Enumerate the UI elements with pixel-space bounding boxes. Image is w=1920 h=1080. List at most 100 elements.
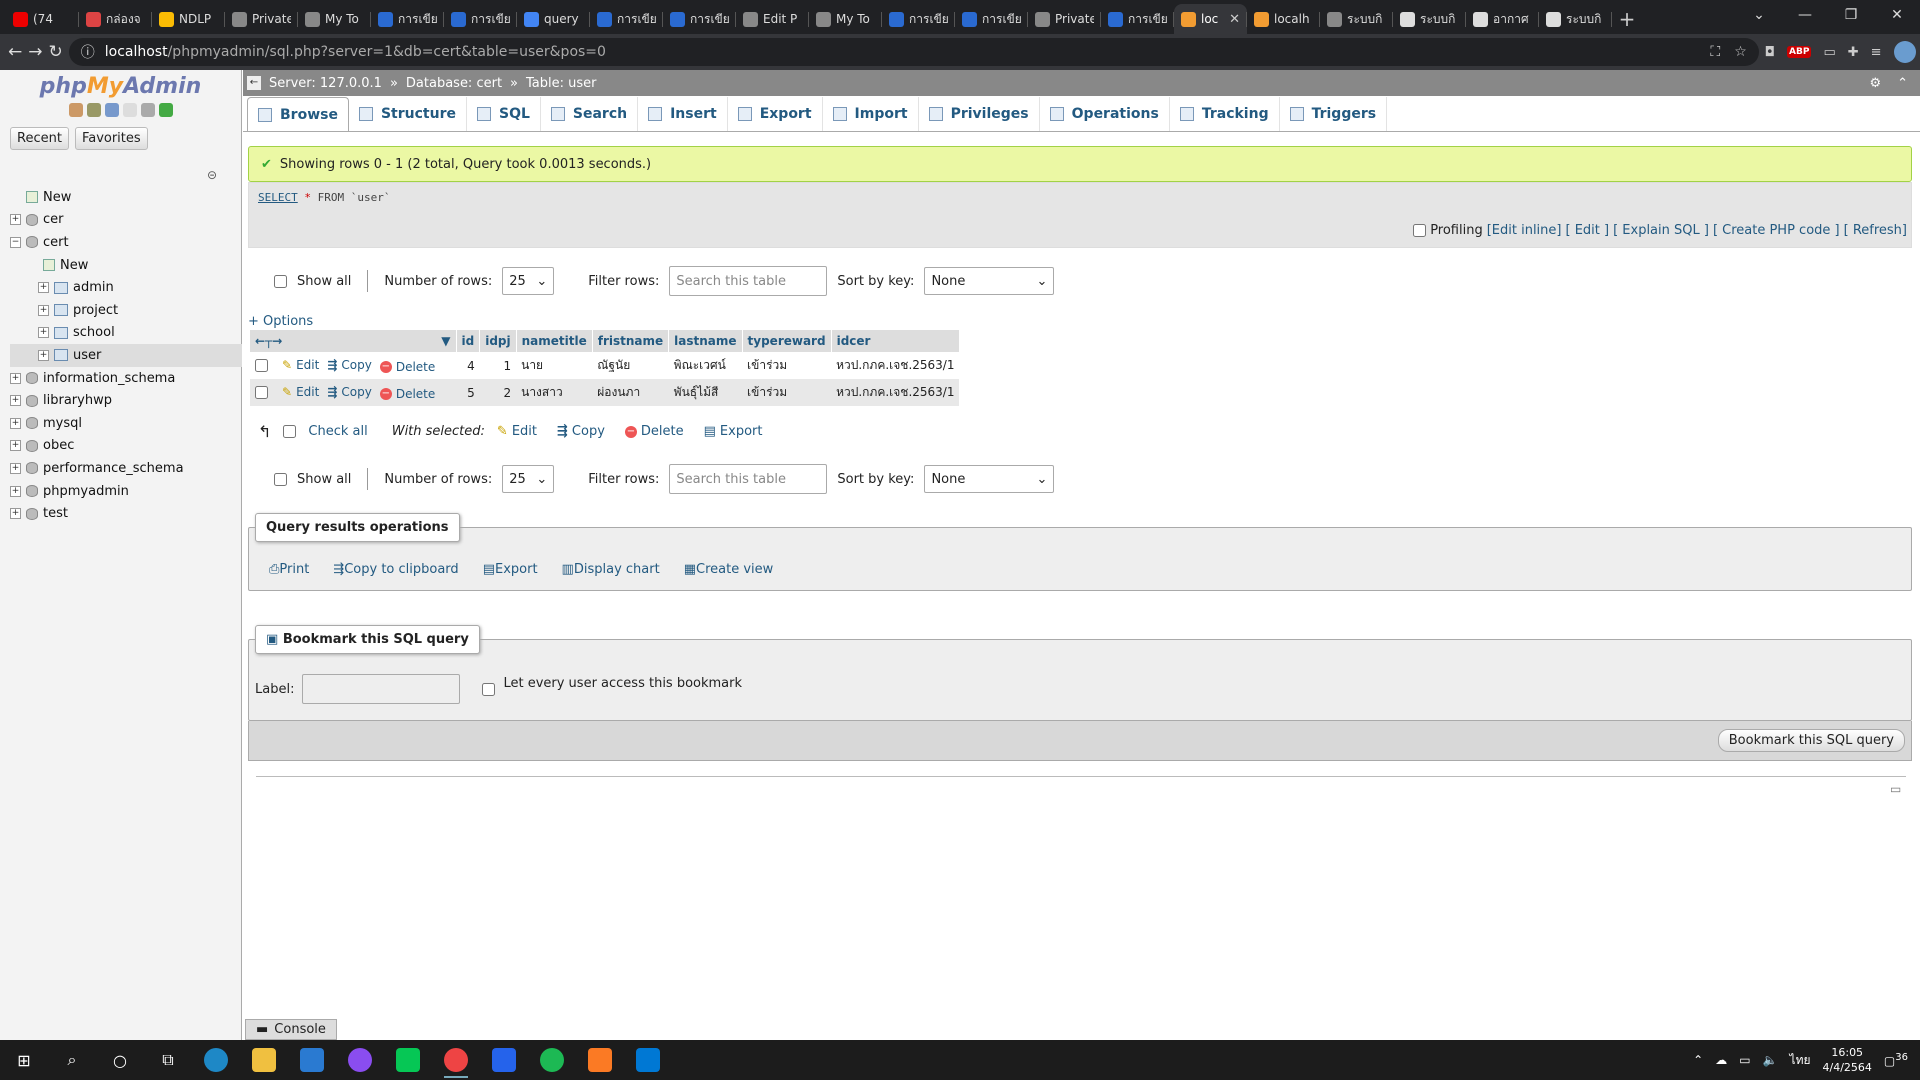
- tree-item-information-schema[interactable]: + information_schema: [10, 367, 242, 390]
- favorites-button[interactable]: Favorites: [74, 127, 148, 150]
- row-delete-button[interactable]: − Delete: [379, 360, 435, 374]
- tab-browse[interactable]: Browse: [247, 97, 349, 131]
- reload-nav-icon[interactable]: [158, 103, 173, 117]
- profile-avatar[interactable]: [1893, 41, 1916, 63]
- cell-idcer[interactable]: หวป.กภค.เจช.2563/1: [831, 379, 960, 406]
- breadcrumb-table[interactable]: Table: user: [526, 76, 596, 91]
- cell-idpj[interactable]: 2: [479, 379, 517, 406]
- column-controls-header[interactable]: ←┬→ ▼: [250, 330, 457, 352]
- row-edit-button[interactable]: ✎ Edit: [282, 358, 319, 372]
- bulk-export-button[interactable]: ▤ Export: [704, 424, 763, 439]
- show-all-checkbox[interactable]: [274, 274, 287, 288]
- browser-tab[interactable]: การเขีย: [1101, 4, 1174, 34]
- cell-nametitle[interactable]: นาย: [516, 352, 593, 379]
- browser-tab[interactable]: My To: [298, 4, 371, 34]
- tree-item-user[interactable]: + user: [10, 344, 242, 367]
- spotify-icon[interactable]: [528, 1040, 576, 1080]
- sql-query-text[interactable]: SELECT * FROM `user`: [258, 191, 391, 204]
- create-view-link[interactable]: ▦Create view: [684, 562, 774, 577]
- translate-icon[interactable]: ⛶: [1710, 44, 1720, 60]
- cell-typereward[interactable]: เข้าร่วม: [742, 352, 832, 379]
- expand-icon[interactable]: +: [10, 508, 21, 520]
- refresh-link[interactable]: [ Refresh]: [1844, 223, 1907, 238]
- browser-tab[interactable]: localh: [1247, 4, 1320, 34]
- restore-button[interactable]: ❐: [1828, 0, 1874, 30]
- profiling-checkbox[interactable]: [1413, 224, 1427, 237]
- phpmyadmin-logo[interactable]: phpMyAdmin: [0, 74, 241, 99]
- link-with-main-panel-icon[interactable]: ⊝: [207, 168, 217, 182]
- clock[interactable]: 16:05 4/4/2564: [1823, 1045, 1872, 1075]
- breadcrumb-database[interactable]: Database: cert: [406, 76, 502, 91]
- browser-tab[interactable]: การเขียน: [371, 4, 444, 34]
- tree-item-mysql[interactable]: + mysql: [10, 412, 242, 435]
- edit-link[interactable]: [ Edit ]: [1565, 223, 1609, 238]
- language-indicator[interactable]: ไทย: [1790, 1051, 1811, 1070]
- rows-select[interactable]: 25 ⌄: [502, 465, 555, 493]
- edge-icon[interactable]: [192, 1040, 240, 1080]
- browser-tab[interactable]: การเขีย: [590, 4, 663, 34]
- tree-item-New[interactable]: New: [10, 254, 242, 277]
- browser-tab[interactable]: My To: [809, 4, 882, 34]
- vscode-icon[interactable]: [624, 1040, 672, 1080]
- camera-extension-icon[interactable]: ◘: [1765, 45, 1775, 60]
- expand-icon[interactable]: +: [10, 372, 21, 384]
- row-copy-button[interactable]: ⇶ Copy: [327, 358, 372, 372]
- cell-fristname[interactable]: ณัฐนัย: [592, 352, 669, 379]
- browser-tab[interactable]: Private: [1028, 4, 1101, 34]
- expand-icon[interactable]: +: [10, 462, 21, 474]
- puzzle-icon[interactable]: ✚: [1848, 45, 1859, 60]
- volume-icon[interactable]: 🔈: [1763, 1053, 1778, 1067]
- cell-idpj[interactable]: 1: [479, 352, 517, 379]
- tree-item-New[interactable]: New: [10, 186, 242, 209]
- bookmark-sql-query-button[interactable]: Bookmark this SQL query: [1717, 729, 1905, 752]
- expand-icon[interactable]: +: [38, 304, 49, 316]
- expand-icon[interactable]: +: [38, 349, 49, 361]
- notification-icon[interactable]: ▢36: [1884, 1052, 1908, 1068]
- search-icon[interactable]: ⌕: [48, 1040, 96, 1080]
- sort-by-key-select[interactable]: None ⌄: [924, 465, 1055, 493]
- bookmark-star-icon[interactable]: ☆: [1734, 44, 1747, 60]
- expand-icon[interactable]: +: [38, 282, 49, 294]
- bookmark-label-input[interactable]: [302, 674, 461, 704]
- network-icon[interactable]: ▭: [1739, 1053, 1750, 1067]
- let-every-user-checkbox[interactable]: [482, 682, 496, 696]
- collapse-icon[interactable]: ⌃: [1897, 76, 1908, 91]
- column-header-id[interactable]: id: [456, 330, 481, 352]
- browser-tab[interactable]: การเขีย: [663, 4, 736, 34]
- cortana-icon[interactable]: ○: [96, 1040, 144, 1080]
- column-header-idcer[interactable]: idcer: [831, 330, 960, 352]
- explain-sql-link[interactable]: [ Explain SQL ]: [1613, 223, 1709, 238]
- filter-rows-input[interactable]: Search this table: [669, 464, 828, 494]
- cell-id[interactable]: 4: [456, 352, 480, 379]
- options-link[interactable]: + Options: [248, 314, 313, 329]
- browser-tab[interactable]: Edit P: [736, 4, 809, 34]
- row-copy-button[interactable]: ⇶ Copy: [327, 385, 372, 399]
- tab-operations[interactable]: Operations: [1040, 97, 1170, 131]
- start-icon[interactable]: ⊞: [0, 1040, 48, 1080]
- browser-tab[interactable]: ระบบกิ: [1539, 4, 1612, 34]
- copy-to-clipboard-link[interactable]: ⇶Copy to clipboard: [333, 562, 458, 577]
- cell-fristname[interactable]: ผ่องนภา: [592, 379, 669, 406]
- row-edit-button[interactable]: ✎ Edit: [282, 385, 319, 399]
- breadcrumb-server[interactable]: Server: 127.0.0.1: [269, 76, 382, 91]
- tree-item-libraryhwp[interactable]: + libraryhwp: [10, 389, 242, 412]
- page-settings-icon[interactable]: ⚙: [1869, 76, 1881, 91]
- close-window-button[interactable]: ✕: [1874, 0, 1920, 30]
- tab-export[interactable]: Export: [728, 97, 823, 131]
- expand-icon[interactable]: +: [10, 395, 21, 407]
- back-icon[interactable]: ←: [8, 38, 22, 66]
- reload-icon[interactable]: ↻: [49, 38, 63, 66]
- tree-item-project[interactable]: + project: [10, 299, 242, 322]
- row-checkbox[interactable]: [255, 385, 268, 399]
- browser-tab[interactable]: การเขีย: [444, 4, 517, 34]
- tab-sql[interactable]: SQL: [467, 97, 541, 131]
- check-all-label[interactable]: Check all: [308, 424, 367, 439]
- bulk-edit-button[interactable]: ✎ Edit: [497, 424, 537, 439]
- browser-tab[interactable]: NDLP: [152, 4, 225, 34]
- bulk-delete-button[interactable]: − Delete: [624, 424, 684, 439]
- expand-icon[interactable]: +: [10, 417, 21, 429]
- tab-search-icon[interactable]: ⌄: [1736, 0, 1782, 30]
- minimize-button[interactable]: —: [1782, 0, 1828, 30]
- onedrive-icon[interactable]: ☁: [1715, 1053, 1727, 1067]
- edit-inline-link[interactable]: [Edit inline]: [1487, 223, 1562, 238]
